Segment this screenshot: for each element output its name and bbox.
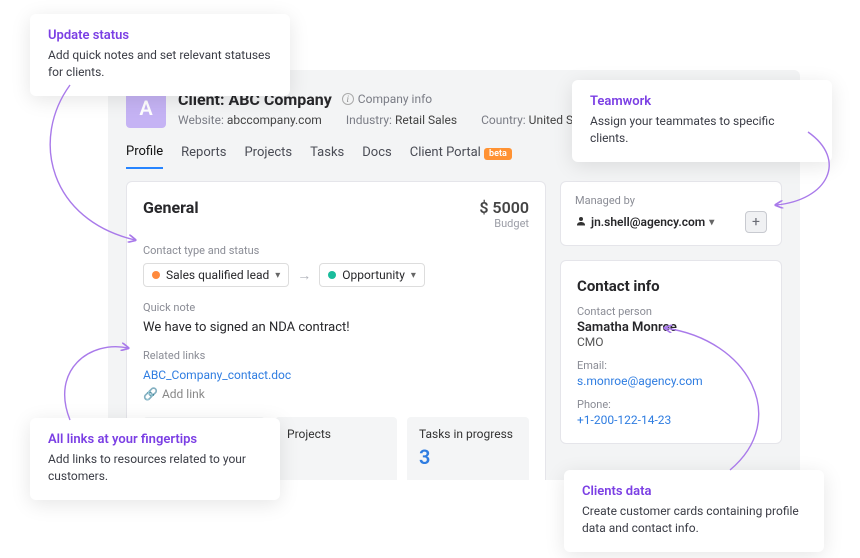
dot-icon	[152, 271, 160, 279]
tab-tasks[interactable]: Tasks	[310, 145, 344, 168]
stat-tasks-count: 3	[419, 445, 517, 469]
callout-title: Update status	[48, 28, 272, 43]
person-icon	[575, 215, 587, 230]
company-info-link[interactable]: i Company info	[342, 92, 432, 106]
callout-title: Clients data	[582, 484, 806, 499]
stat-tasks[interactable]: Tasks in progress 3	[407, 417, 529, 480]
add-link-label: Add link	[162, 387, 205, 401]
link-icon: 🔗	[143, 387, 158, 401]
stat-projects-label: Projects	[287, 427, 385, 441]
callout-title: All links at your fingertips	[48, 432, 262, 447]
stat-tasks-label: Tasks in progress	[419, 427, 517, 441]
callout-body: Assign your teammates to specific client…	[590, 113, 814, 148]
tab-projects[interactable]: Projects	[244, 145, 292, 168]
chevron-down-icon: ▾	[411, 270, 416, 281]
chevron-down-icon: ▾	[275, 270, 280, 281]
tab-docs[interactable]: Docs	[362, 145, 391, 168]
managed-by-label: Managed by	[575, 194, 767, 207]
tab-reports[interactable]: Reports	[181, 145, 226, 168]
status-to-text: Opportunity	[342, 268, 405, 282]
tab-client-portal-label: Client Portal	[410, 145, 481, 160]
add-link-button[interactable]: 🔗 Add link	[143, 387, 529, 401]
general-heading: General	[143, 198, 199, 217]
info-icon: i	[342, 93, 354, 105]
dot-icon	[328, 271, 336, 279]
beta-badge: beta	[484, 148, 512, 160]
callout-teamwork: Teamwork Assign your teammates to specif…	[572, 80, 832, 162]
managed-by-user: jn.shell@agency.com	[591, 215, 705, 229]
contact-email-label: Email:	[577, 359, 765, 372]
status-from-text: Sales qualified lead	[166, 268, 269, 282]
add-manager-button[interactable]: +	[745, 211, 767, 233]
contact-email[interactable]: s.monroe@agency.com	[577, 374, 765, 388]
callout-body: Create customer cards containing profile…	[582, 503, 806, 538]
company-info-label: Company info	[358, 92, 432, 106]
contact-phone[interactable]: +1-200-122-14-23	[577, 413, 765, 427]
status-label: Contact type and status	[143, 244, 529, 257]
callout-clients-data: Clients data Create customer cards conta…	[564, 470, 824, 552]
callout-title: Teamwork	[590, 94, 814, 109]
arrow-right-icon: →	[297, 267, 311, 284]
status-from-select[interactable]: Sales qualified lead ▾	[143, 263, 289, 287]
contact-person-label: Contact person	[577, 305, 765, 318]
stat-projects[interactable]: Projects	[275, 417, 397, 480]
callout-body: Add quick notes and set relevant statuse…	[48, 47, 272, 82]
related-links-label: Related links	[143, 349, 529, 362]
status-to-select[interactable]: Opportunity ▾	[319, 263, 425, 287]
contact-name: Samatha Monroe	[577, 320, 765, 335]
budget: $ 5000 Budget	[479, 198, 529, 230]
chevron-down-icon: ▾	[709, 217, 714, 228]
quick-note-text: We have to signed an NDA contract!	[143, 320, 529, 335]
contact-role: CMO	[577, 335, 765, 349]
contact-info-card: Contact info Contact person Samatha Monr…	[560, 260, 782, 444]
managed-by-card: Managed by jn.shell@agency.com ▾ +	[560, 181, 782, 246]
callout-links: All links at your fingertips Add links t…	[30, 418, 280, 500]
contact-heading: Contact info	[577, 277, 765, 295]
managed-by-select[interactable]: jn.shell@agency.com ▾	[575, 215, 714, 230]
callout-update-status: Update status Add quick notes and set re…	[30, 14, 290, 96]
meta-website: Website: abccompany.com	[178, 113, 322, 127]
meta-industry: Industry: Retail Sales	[346, 113, 457, 127]
quick-note-label: Quick note	[143, 301, 529, 314]
budget-amount: $ 5000	[479, 198, 529, 217]
contact-phone-label: Phone:	[577, 398, 765, 411]
callout-body: Add links to resources related to your c…	[48, 451, 262, 486]
tab-client-portal[interactable]: Client Portal beta	[410, 145, 512, 168]
budget-label: Budget	[479, 217, 529, 230]
tab-profile[interactable]: Profile	[126, 144, 163, 169]
related-link[interactable]: ABC_Company_contact.doc	[143, 368, 291, 382]
